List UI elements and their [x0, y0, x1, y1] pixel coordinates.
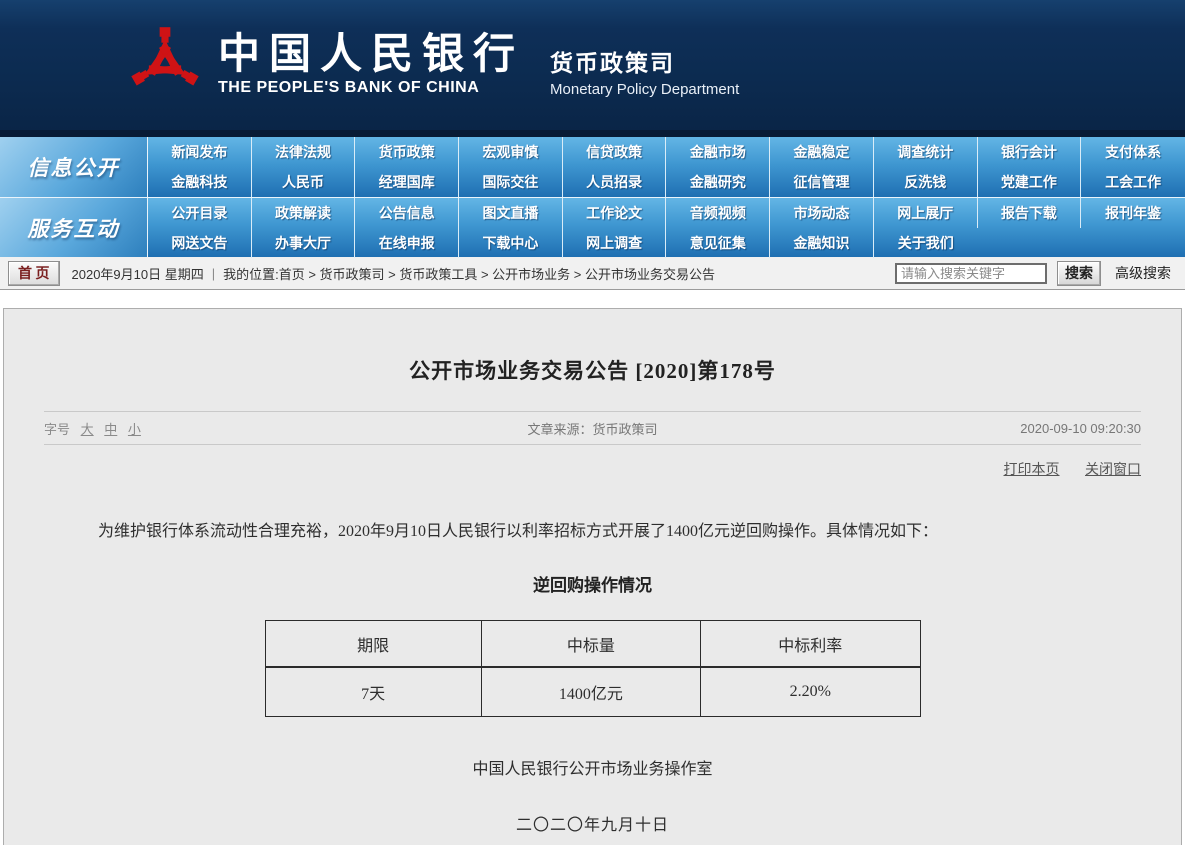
- pboc-logo-icon: [125, 21, 205, 110]
- nav-item[interactable]: 货币政策: [355, 137, 460, 167]
- nav-item[interactable]: 征信管理: [770, 167, 874, 197]
- font-size-controls: 字号 大 中 小: [44, 419, 410, 438]
- font-size-label: 字号: [44, 421, 71, 437]
- nav-item[interactable]: 金融知识: [770, 228, 874, 258]
- bank-name-en: THE PEOPLE'S BANK OF CHINA: [218, 79, 480, 97]
- nav-item[interactable]: 报告下载: [978, 198, 1082, 228]
- nav-item[interactable]: 金融市场: [666, 137, 771, 167]
- nav-item[interactable]: 下载中心: [459, 228, 563, 258]
- table-header-term: 期限: [264, 620, 482, 668]
- nav-item[interactable]: 国际交往: [459, 167, 563, 197]
- nav-item[interactable]: 网上展厅: [874, 198, 978, 228]
- font-size-small-link[interactable]: 小: [128, 422, 141, 437]
- cell-term: 7天: [264, 666, 482, 718]
- nav-item[interactable]: 工会工作: [1081, 167, 1185, 197]
- table-header-volume: 中标量: [480, 620, 702, 668]
- table-header-rate: 中标利率: [700, 620, 921, 668]
- header-divider: [0, 130, 1185, 137]
- breadcrumb-toolbar: 首 页 2020年9月10日 星期四 | 我的位置:首页 > 货币政策司 > 货…: [0, 257, 1185, 290]
- page-title: 公开市场业务交易公告 [2020]第178号: [409, 359, 776, 383]
- nav-item[interactable]: 网上调查: [563, 228, 667, 258]
- nav-item[interactable]: 新闻发布: [148, 137, 252, 167]
- advanced-search-link[interactable]: 高级搜索: [1115, 263, 1171, 283]
- article-source: 文章来源：货币政策司: [527, 421, 658, 437]
- nav-item[interactable]: 银行会计: [978, 137, 1082, 167]
- article-paragraph: 为维护银行体系流动性合理充裕，2020年9月10日人民银行以利率招标方式开展了1…: [98, 523, 939, 540]
- content-gap: [0, 290, 1185, 308]
- search-input[interactable]: [895, 262, 1047, 284]
- article-sign-date: 二〇二〇年九月十日: [515, 817, 669, 835]
- bank-name-cn: 中国人民银行: [218, 31, 525, 78]
- print-page-link[interactable]: 打印本页: [1004, 463, 1060, 478]
- breadcrumb: 我的位置:首页 > 货币政策司 > 货币政策工具 > 公开市场业务 > 公开市场…: [223, 266, 715, 282]
- site-header: 中国人民银行 THE PEOPLE'S BANK OF CHINA 货币政策司 …: [0, 0, 1185, 130]
- cell-rate: 2.20%: [700, 666, 921, 718]
- page-action-links: 打印本页 关闭窗口: [44, 459, 1142, 479]
- nav-item[interactable]: 音频视频: [666, 198, 771, 228]
- nav-label-info-disclosure[interactable]: 信息公开: [0, 137, 148, 197]
- table-header-row: 期限 中标量 中标利率: [264, 620, 921, 668]
- article-panel: 公开市场业务交易公告 [2020]第178号 字号 大 中 小 文章来源：货币政…: [3, 308, 1182, 845]
- home-button[interactable]: 首 页: [8, 260, 60, 286]
- article-meta-row: 字号 大 中 小 文章来源：货币政策司 2020-09-10 09:20:30: [44, 411, 1141, 445]
- nav-section-services: 服务互动 公开目录 政策解读 公告信息 图文直播 工作论文 音频视频 市场动态 …: [0, 197, 1185, 258]
- toolbar-separator: |: [211, 265, 216, 281]
- nav-item[interactable]: 意见征集: [666, 228, 771, 258]
- nav-item[interactable]: 图文直播: [459, 198, 563, 228]
- nav-item[interactable]: 报刊年鉴: [1081, 198, 1185, 228]
- nav-item[interactable]: 公开目录: [148, 198, 252, 228]
- font-size-large-link[interactable]: 大: [81, 422, 94, 437]
- table-title: 逆回购操作情况: [533, 576, 652, 596]
- nav-item[interactable]: 人员招录: [563, 167, 667, 197]
- nav-item[interactable]: 党建工作: [978, 167, 1082, 197]
- date-text: 2020年9月10日 星期四: [71, 266, 204, 282]
- close-window-link[interactable]: 关闭窗口: [1085, 463, 1141, 478]
- nav-item[interactable]: 公告信息: [355, 198, 460, 228]
- nav-item[interactable]: 办事大厅: [252, 228, 356, 258]
- nav-item[interactable]: 调查统计: [874, 137, 978, 167]
- nav-item[interactable]: 宏观审慎: [459, 137, 563, 167]
- nav-item[interactable]: 法律法规: [252, 137, 356, 167]
- article-signature: 中国人民银行公开市场业务操作室: [472, 761, 713, 779]
- nav-item[interactable]: 经理国库: [355, 167, 460, 197]
- nav-label-services[interactable]: 服务互动: [0, 198, 148, 257]
- article-datetime: 2020-09-10 09:20:30: [1020, 420, 1142, 436]
- nav-item[interactable]: 工作论文: [563, 198, 667, 228]
- nav-item[interactable]: 市场动态: [770, 198, 874, 228]
- nav-item[interactable]: 在线申报: [355, 228, 460, 258]
- main-navigation: 信息公开 新闻发布 法律法规 货币政策 宏观审慎 信贷政策 金融市场 金融稳定 …: [0, 137, 1185, 258]
- nav-section-info-disclosure: 信息公开 新闻发布 法律法规 货币政策 宏观审慎 信贷政策 金融市场 金融稳定 …: [0, 137, 1185, 197]
- department-name-cn: 货币政策司: [550, 50, 676, 76]
- font-size-medium-link[interactable]: 中: [104, 422, 117, 437]
- department-name-en: Monetary Policy Department: [550, 81, 740, 98]
- nav-item[interactable]: 金融稳定: [770, 137, 874, 167]
- nav-item[interactable]: 金融科技: [148, 167, 252, 197]
- table-row: 7天 1400亿元 2.20%: [264, 666, 921, 718]
- nav-item[interactable]: 金融研究: [666, 167, 771, 197]
- nav-item[interactable]: 支付体系: [1081, 137, 1185, 167]
- nav-item[interactable]: 政策解读: [252, 198, 356, 228]
- nav-item[interactable]: 反洗钱: [874, 167, 978, 197]
- cell-volume: 1400亿元: [480, 666, 702, 718]
- reverse-repo-table: 期限 中标量 中标利率 7天 1400亿元 2.20%: [264, 620, 921, 718]
- nav-item[interactable]: 网送文告: [148, 228, 252, 258]
- nav-item[interactable]: 信贷政策: [563, 137, 667, 167]
- nav-item[interactable]: 关于我们: [874, 228, 978, 258]
- search-button[interactable]: 搜索: [1057, 260, 1101, 286]
- nav-item[interactable]: 人民币: [252, 167, 356, 197]
